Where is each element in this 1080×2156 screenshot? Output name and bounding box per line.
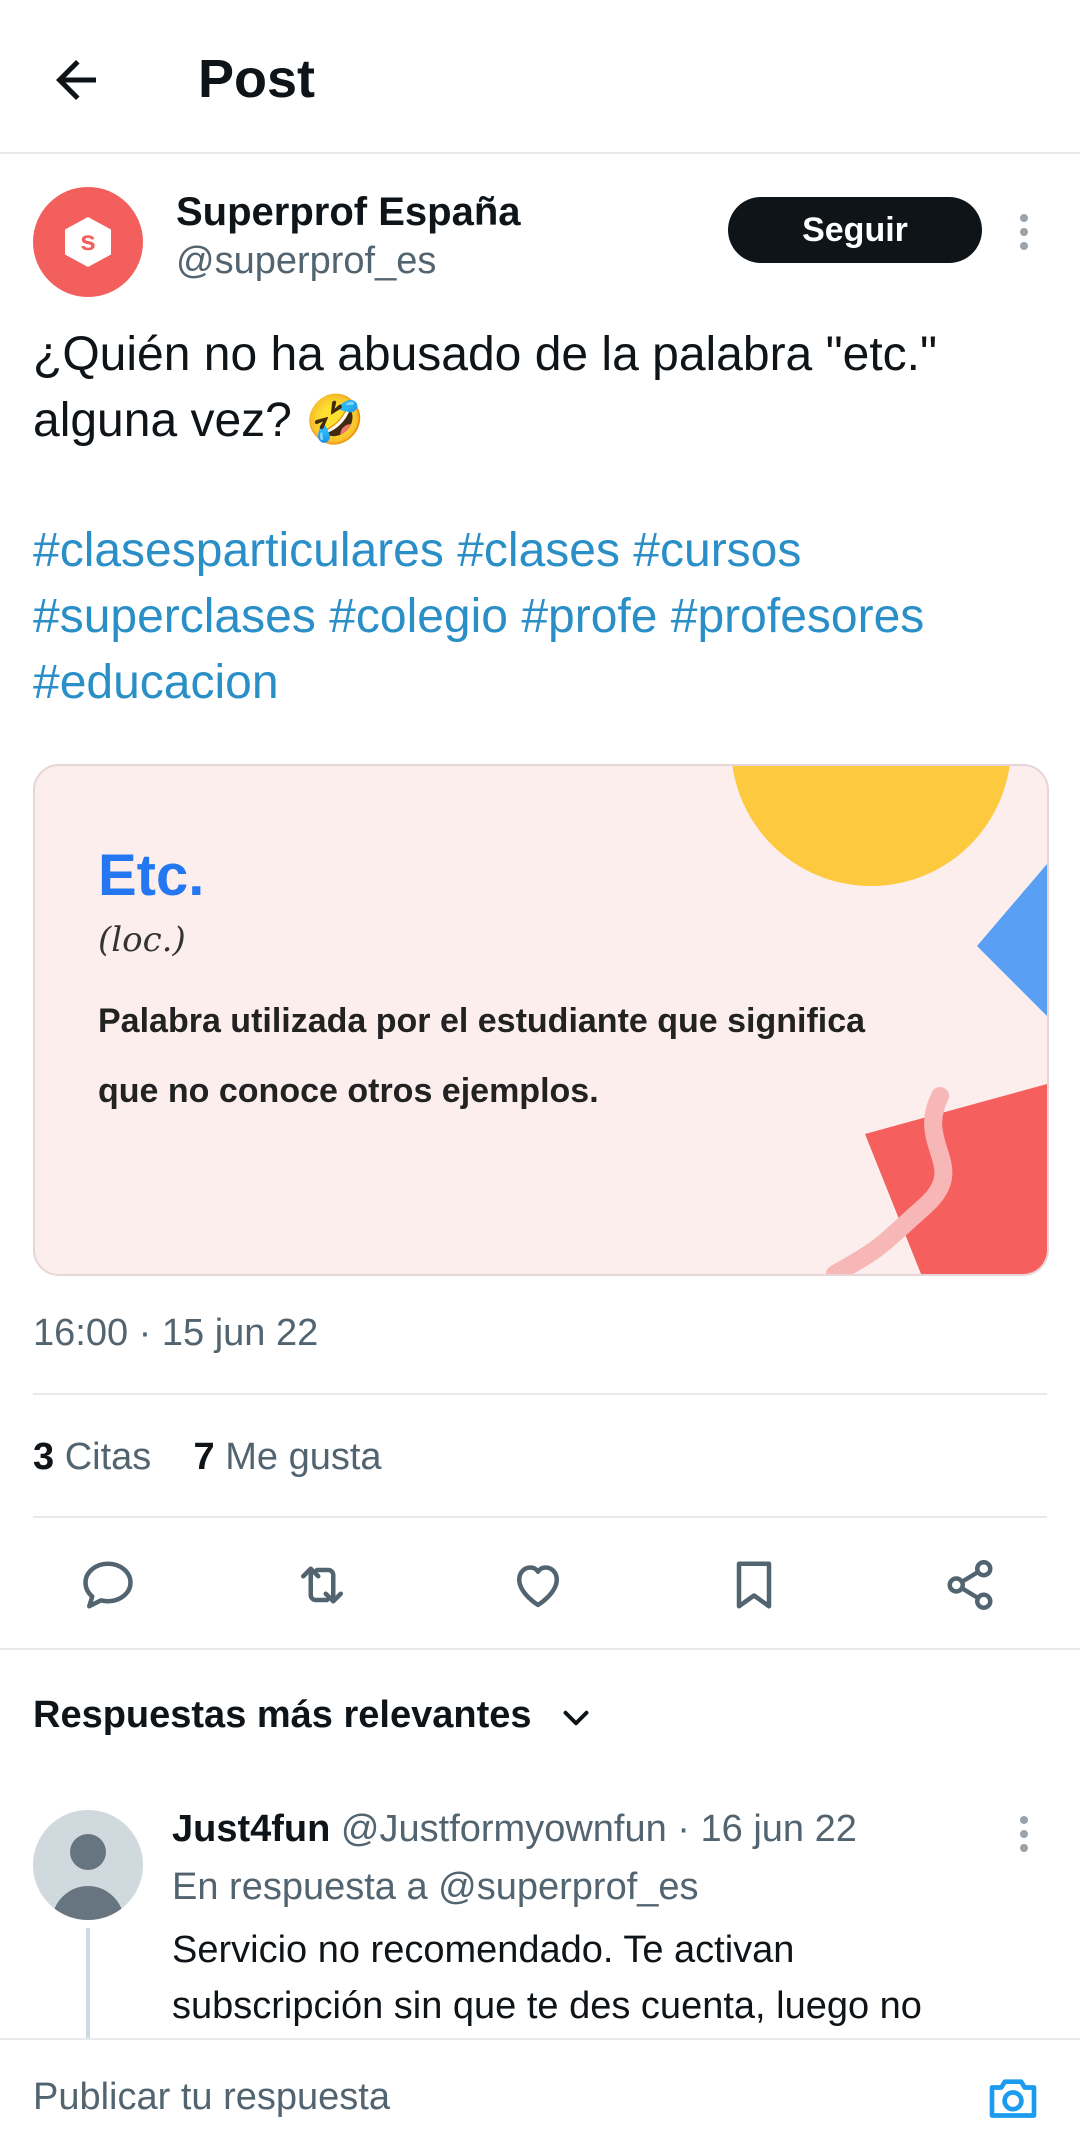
reply-composer: Publicar tu respuesta xyxy=(0,2038,1080,2156)
hashtag-link[interactable]: #profesores xyxy=(671,590,924,643)
more-options-icon[interactable] xyxy=(1016,1814,1032,1854)
default-user-icon xyxy=(51,1834,125,1920)
reply-text[interactable]: Servicio no recomendado. Te activan subs… xyxy=(172,1922,1052,2034)
divider xyxy=(0,1648,1080,1650)
post-timestamp[interactable]: 16:00 · 15 jun 22 xyxy=(33,1312,318,1355)
thread-line xyxy=(86,1928,90,2040)
repost-icon[interactable] xyxy=(292,1555,352,1615)
card-word: Etc. xyxy=(98,843,205,908)
reply-input[interactable]: Publicar tu respuesta xyxy=(33,2076,390,2119)
page-title: Post xyxy=(198,49,316,109)
likes-label: Me gusta xyxy=(225,1436,382,1478)
post-text: ¿Quién no ha abusado de la palabra "etc.… xyxy=(33,322,1043,454)
share-icon[interactable] xyxy=(940,1555,1000,1615)
post-image[interactable]: Etc. (loc.) Palabra utilizada por el est… xyxy=(33,764,1049,1276)
reply-author-name[interactable]: Just4fun xyxy=(172,1808,330,1850)
top-bar: Post xyxy=(0,0,1080,154)
reply-text-line: subscripción sin que te des cuenta, lueg… xyxy=(172,1985,922,2027)
reply-author-handle[interactable]: @Justformyownfun xyxy=(341,1808,667,1850)
author-name[interactable]: Superprof España xyxy=(176,190,521,235)
reply-date: · 16 jun 22 xyxy=(677,1808,857,1850)
author-avatar[interactable]: s xyxy=(33,187,143,297)
likes-count: 7 xyxy=(193,1436,215,1478)
reply-header: Just4fun @Justformyownfun · 16 jun 22 xyxy=(172,1808,857,1851)
post-text-line: alguna vez? 🤣 xyxy=(33,394,365,447)
hashtag-link[interactable]: #clasesparticulares xyxy=(33,524,444,577)
like-icon[interactable] xyxy=(508,1555,568,1615)
reply-icon[interactable] xyxy=(78,1555,138,1615)
camera-icon[interactable] xyxy=(984,2070,1042,2126)
follow-button[interactable]: Seguir xyxy=(728,197,982,263)
avatar-letter: s xyxy=(80,225,96,256)
hashtag-link[interactable]: #colegio xyxy=(329,590,508,643)
hashtag-link[interactable]: #clases xyxy=(457,524,620,577)
card-category: (loc.) xyxy=(98,920,186,960)
engagement-stats: 3 Citas 7 Me gusta xyxy=(33,1436,382,1479)
reply-context: En respuesta a @superprof_es xyxy=(172,1866,699,1908)
reply-text-line: Servicio no recomendado. Te activan xyxy=(172,1929,795,1971)
more-options-icon[interactable] xyxy=(1016,212,1032,252)
quotes-label: Citas xyxy=(64,1436,152,1478)
hashtag-link[interactable]: #educacion xyxy=(33,656,279,709)
hashtag-link[interactable]: #cursos xyxy=(633,524,801,577)
hashtags: #clasesparticulares #clases #cursos #sup… xyxy=(33,518,1053,716)
author-handle[interactable]: @superprof_es xyxy=(176,240,436,283)
post-text-line: ¿Quién no ha abusado de la palabra "etc.… xyxy=(33,328,938,381)
divider xyxy=(33,1516,1047,1518)
hashtag-link[interactable]: #profe xyxy=(521,590,657,643)
quotes-count: 3 xyxy=(33,1436,55,1478)
chevron-down-icon[interactable] xyxy=(558,1700,594,1736)
likes-stat[interactable]: 7 Me gusta xyxy=(194,1436,382,1478)
card-definition: Palabra utilizada por el estudiante que … xyxy=(98,1002,866,1110)
quotes-stat[interactable]: 3 Citas xyxy=(33,1436,151,1478)
reply-avatar[interactable] xyxy=(33,1810,143,1920)
back-arrow-icon[interactable] xyxy=(46,50,106,110)
bookmark-icon[interactable] xyxy=(724,1555,784,1615)
replies-sort-label[interactable]: Respuestas más relevantes xyxy=(33,1694,532,1737)
hashtag-link[interactable]: #superclases xyxy=(33,590,316,643)
divider xyxy=(33,1393,1047,1395)
